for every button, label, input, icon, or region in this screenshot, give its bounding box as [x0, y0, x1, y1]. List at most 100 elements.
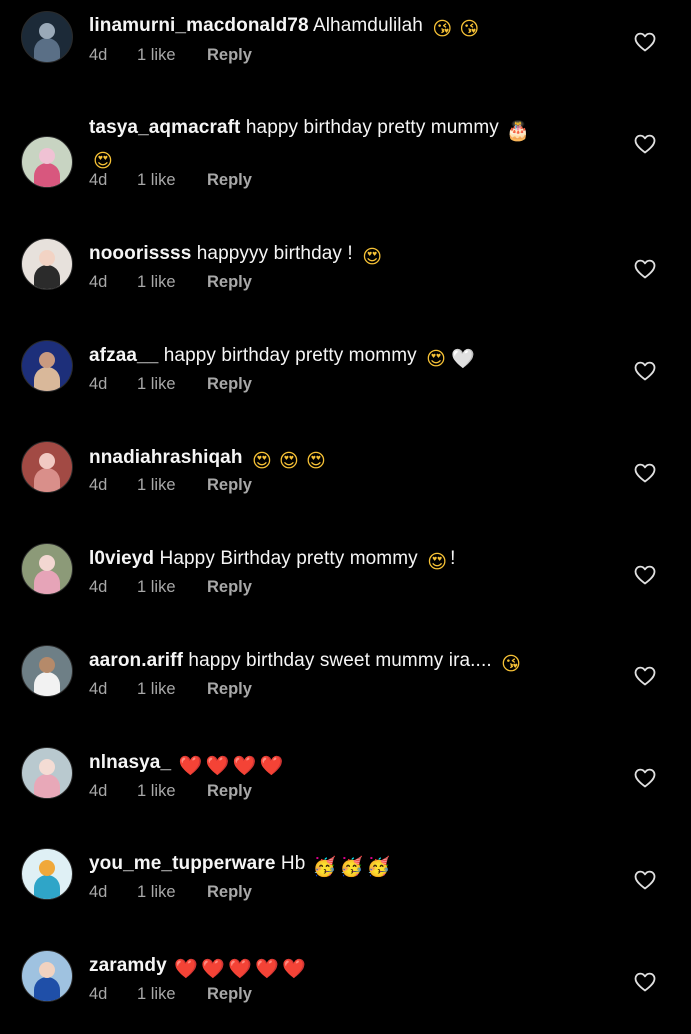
comment-likes[interactable]: 1 like — [137, 46, 207, 65]
comment-username[interactable]: aaron.ariff — [89, 650, 183, 671]
like-heart-icon[interactable] — [633, 30, 657, 54]
comment-body: nooorissss happyyy birthday ! 😍 — [89, 240, 609, 270]
like-heart-icon[interactable] — [633, 257, 657, 281]
comment-likes[interactable]: 1 like — [137, 883, 207, 902]
heart-eyes-emoji: 😍 — [427, 551, 448, 573]
avatar-face — [39, 555, 55, 571]
comment-row: zaramdy ❤️ ❤️ ❤️ ❤️ ❤️ 4d 1 like Reply — [0, 944, 691, 1034]
comment-body: zaramdy ❤️ ❤️ ❤️ ❤️ ❤️ — [89, 952, 609, 982]
comment-body: afzaa__ happy birthday pretty mommy 😍 🤍 — [89, 342, 609, 372]
avatar[interactable] — [21, 136, 73, 188]
comment-likes[interactable]: 1 like — [137, 782, 207, 801]
comment-likes[interactable]: 1 like — [137, 171, 207, 190]
comment-meta: 4d 1 like Reply — [89, 169, 252, 191]
avatar-figure — [34, 38, 60, 62]
reply-button[interactable]: Reply — [207, 375, 252, 394]
avatar-figure — [34, 774, 60, 798]
comment-likes[interactable]: 1 like — [137, 985, 207, 1004]
avatar[interactable] — [21, 645, 73, 697]
avatar-face — [39, 352, 55, 368]
like-heart-icon[interactable] — [633, 766, 657, 790]
reply-button[interactable]: Reply — [207, 883, 252, 902]
comment-age: 4d — [89, 882, 108, 901]
avatar-figure — [34, 163, 60, 187]
like-heart-icon[interactable] — [633, 868, 657, 892]
reply-button[interactable]: Reply — [207, 782, 252, 801]
avatar-figure — [34, 875, 60, 899]
red-heart-emoji: ❤️ — [178, 755, 203, 777]
birthday-cake-emoji: 🎂 — [506, 120, 531, 142]
comment-meta: 4d 1 like Reply — [89, 983, 252, 1005]
like-heart-icon[interactable] — [633, 359, 657, 383]
comment-username[interactable]: nlnasya_ — [89, 752, 171, 773]
like-heart-icon[interactable] — [633, 461, 657, 485]
kissing-face-emoji: 😘 — [459, 18, 480, 40]
comment-age: 4d — [89, 45, 108, 64]
comment-likes[interactable]: 1 like — [137, 273, 207, 292]
avatar[interactable] — [21, 543, 73, 595]
comment-username[interactable]: tasya_aqmacraft — [89, 117, 240, 138]
comment-age: 4d — [89, 781, 108, 800]
red-heart-emoji: ❤️ — [255, 958, 280, 980]
reply-button[interactable]: Reply — [207, 273, 252, 292]
comment-likes[interactable]: 1 like — [137, 578, 207, 597]
comment-username[interactable]: you_me_tupperware — [89, 853, 276, 874]
comment-row: nnadiahrashiqah 😍 😍 😍 4d 1 like Reply — [0, 436, 691, 526]
avatar-face — [39, 453, 55, 469]
reply-button[interactable]: Reply — [207, 46, 252, 65]
comment-likes[interactable]: 1 like — [137, 476, 207, 495]
red-heart-emoji: ❤️ — [228, 958, 253, 980]
comment-text: happy birthday sweet mummy ira.... — [188, 650, 492, 671]
comment-username[interactable]: linamurni_macdonald78 — [89, 15, 309, 36]
reply-button[interactable]: Reply — [207, 476, 252, 495]
comment-age: 4d — [89, 679, 108, 698]
heart-eyes-emoji: 😍 — [251, 450, 272, 472]
comment-row: aaron.ariff happy birthday sweet mummy i… — [0, 639, 691, 729]
avatar-figure — [34, 367, 60, 391]
comment-meta: 4d 1 like Reply — [89, 373, 252, 395]
comment-meta: 4d 1 like Reply — [89, 44, 252, 66]
red-heart-emoji: ❤️ — [174, 958, 199, 980]
avatar[interactable] — [21, 441, 73, 493]
comment-username[interactable]: l0vieyd — [89, 548, 154, 569]
reply-button[interactable]: Reply — [207, 171, 252, 190]
comment-body: l0vieyd Happy Birthday pretty mommy 😍! — [89, 545, 609, 575]
red-heart-emoji: ❤️ — [232, 755, 257, 777]
like-heart-icon[interactable] — [633, 970, 657, 994]
heart-eyes-emoji: 😍 — [278, 450, 299, 472]
avatar[interactable] — [21, 950, 73, 1002]
heart-eyes-emoji: 😍 — [426, 348, 447, 370]
white-heart-emoji: 🤍 — [451, 348, 475, 370]
party-face-emoji: 🥳 — [366, 856, 391, 878]
comment-username[interactable]: afzaa__ — [89, 345, 158, 366]
comment-row: afzaa__ happy birthday pretty mommy 😍 🤍 4d… — [0, 334, 691, 424]
comment-meta: 4d 1 like Reply — [89, 576, 252, 598]
avatar[interactable] — [21, 340, 73, 392]
reply-button[interactable]: Reply — [207, 680, 252, 699]
reply-button[interactable]: Reply — [207, 578, 252, 597]
avatar-figure — [34, 672, 60, 696]
like-heart-icon[interactable] — [633, 132, 657, 156]
avatar[interactable] — [21, 848, 73, 900]
comment-username[interactable]: nnadiahrashiqah — [89, 447, 243, 468]
comment-username[interactable]: nooorissss — [89, 243, 191, 264]
red-heart-emoji: ❤️ — [201, 958, 226, 980]
comment-likes[interactable]: 1 like — [137, 680, 207, 699]
comment-body: linamurni_macdonald78 Alhamdulilah 😘 😘 — [89, 12, 609, 42]
comment-username[interactable]: zaramdy — [89, 955, 167, 976]
like-heart-icon[interactable] — [633, 563, 657, 587]
like-heart-icon[interactable] — [633, 664, 657, 688]
reply-button[interactable]: Reply — [207, 985, 252, 1004]
comment-meta: 4d 1 like Reply — [89, 881, 252, 903]
avatar[interactable] — [21, 747, 73, 799]
kissing-face-emoji: 😘 — [501, 653, 522, 675]
avatar-face — [39, 250, 55, 266]
avatar-figure — [34, 977, 60, 1001]
comment-row: nooorissss happyyy birthday ! 😍 4d 1 like R… — [0, 232, 691, 322]
comment-row: tasya_aqmacraft happy birthday pretty mu… — [0, 106, 691, 196]
avatar[interactable] — [21, 11, 73, 63]
heart-eyes-emoji: 😍 — [305, 450, 326, 472]
comment-likes[interactable]: 1 like — [137, 375, 207, 394]
avatar[interactable] — [21, 238, 73, 290]
comment-meta: 4d 1 like Reply — [89, 678, 252, 700]
